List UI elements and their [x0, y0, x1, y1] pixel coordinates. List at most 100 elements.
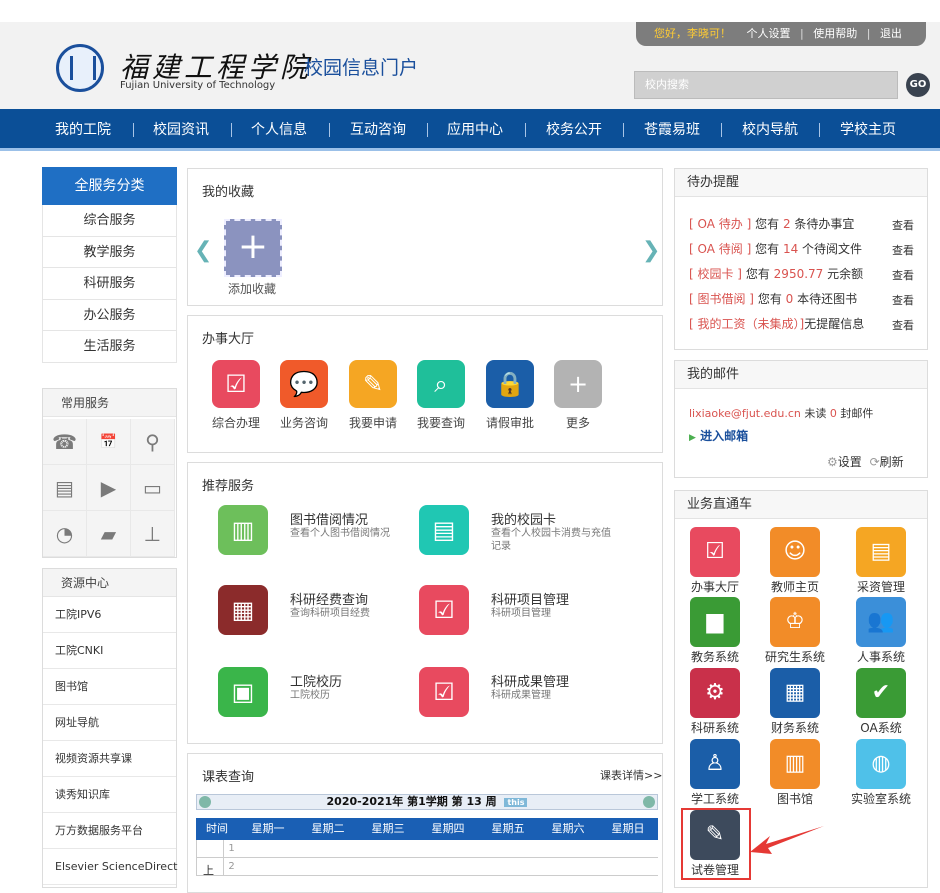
shortcut-item[interactable]: ⚙ 科研系统	[675, 668, 755, 736]
todo-item[interactable]: [ 图书借阅 ] 您有 0 本待还图书	[689, 290, 857, 307]
graduation-cap-icon[interactable]: ▰	[87, 511, 131, 557]
business-shortcut-title: 业务直通车	[675, 491, 927, 519]
category-item[interactable]: 办公服务	[42, 299, 177, 331]
shortcut-item[interactable]: ▆ 教务系统	[675, 597, 755, 665]
shortcut-item[interactable]: ☑ 办事大厅	[675, 527, 755, 595]
monitor-icon[interactable]: ▭	[131, 465, 175, 511]
todo-view-link[interactable]: 查看	[892, 317, 914, 333]
category-item[interactable]: 教学服务	[42, 236, 177, 268]
highlight-box	[681, 808, 751, 880]
shortcut-item[interactable]: ▦ 财务系统	[755, 668, 835, 736]
resource-link[interactable]: 万方数据服务平台	[43, 813, 176, 849]
recommended-item[interactable]: ☑ 科研项目管理 科研项目管理	[419, 585, 619, 639]
search-input[interactable]: 校内搜索	[634, 71, 898, 99]
resource-link[interactable]: 网址导航	[43, 705, 176, 741]
period-number: 2	[223, 858, 239, 876]
hall-item[interactable]: 💬 业务咨询	[272, 360, 336, 431]
enter-mailbox-link[interactable]: ▶ 进入邮箱	[689, 427, 748, 444]
shortcut-item[interactable]: ✔ OA系统	[841, 668, 921, 736]
search-go-button[interactable]: GO	[906, 73, 930, 97]
phone-icon[interactable]: ☎	[43, 419, 87, 465]
shortcut-item[interactable]: ▥ 图书馆	[755, 739, 835, 807]
prev-week-icon[interactable]	[199, 796, 211, 808]
location-icon[interactable]: ⚲	[131, 419, 175, 465]
satellite-icon[interactable]: ◔	[43, 511, 87, 557]
chevron-right-icon[interactable]: ❯	[642, 240, 660, 262]
todo-view-link[interactable]: 查看	[892, 217, 914, 233]
next-week-icon[interactable]	[643, 796, 655, 808]
nav-item-personal-info[interactable]: 个人信息	[251, 109, 307, 151]
todo-item[interactable]: [ OA 待办 ] 您有 2 条待办事宜	[689, 215, 854, 232]
nav-item-my-fjut[interactable]: 我的工院	[55, 109, 111, 151]
resource-link[interactable]: 图书馆	[43, 669, 176, 705]
shortcut-item[interactable]: ☺ 教师主页	[755, 527, 835, 595]
recommended-item[interactable]: ▥ 图书借阅情况 查看个人图书借阅情况	[218, 505, 418, 559]
enter-mailbox-label: 进入邮箱	[700, 429, 749, 443]
nav-item-campus-nav[interactable]: 校内导航	[742, 109, 798, 151]
resource-link[interactable]: 工院CNKI	[43, 633, 176, 669]
resource-link[interactable]: Elsevier ScienceDirect	[43, 849, 177, 885]
shortcut-item[interactable]: ◍ 实验室系统	[841, 739, 921, 807]
category-item[interactable]: 生活服务	[42, 331, 177, 363]
todo-view-link[interactable]: 查看	[892, 242, 914, 258]
shortcut-label: 采资管理	[856, 580, 905, 594]
logout-link[interactable]: 退出	[880, 27, 902, 40]
recommended-item[interactable]: ▤ 我的校园卡 查看个人校园卡消费与充值记录	[419, 505, 619, 559]
chevron-left-icon[interactable]: ❮	[194, 240, 212, 262]
schedule-details-link[interactable]: 课表详情>>	[600, 767, 662, 783]
resource-link[interactable]: 读秀知识库	[43, 777, 176, 813]
recommended-item-title: 我的校园卡	[491, 513, 557, 528]
schedule-header-cell: 时间	[206, 822, 228, 835]
org-chart-icon[interactable]: ⊥	[131, 511, 175, 557]
resource-link[interactable]: 视频资源共享课	[43, 741, 176, 777]
todo-view-link[interactable]: 查看	[892, 267, 914, 283]
recommended-title: 推荐服务	[202, 479, 255, 494]
this-week-badge[interactable]: this	[504, 798, 528, 807]
hall-item-label: 我要申请	[348, 416, 397, 430]
mail-title: 我的邮件	[675, 361, 927, 389]
personal-settings-link[interactable]: 个人设置	[747, 27, 791, 40]
hall-item[interactable]: ⌕ 我要查询	[409, 360, 473, 431]
mail-settings-link[interactable]: 设置	[838, 455, 862, 469]
report-search-icon: ▦	[218, 585, 268, 635]
todo-item[interactable]: [ OA 待阅 ] 您有 14 个待阅文件	[689, 240, 862, 257]
nav-item-app-center[interactable]: 应用中心	[447, 109, 503, 151]
nav-item-interactive[interactable]: 互动咨询	[350, 109, 406, 151]
shortcut-item[interactable]: ♙ 学工系统	[675, 739, 755, 807]
hall-item[interactable]: ☑ 综合办理	[204, 360, 268, 431]
table-row: 1	[196, 840, 658, 858]
favorites-panel: 我的收藏 ❮ ❯ + 添加收藏	[187, 168, 663, 306]
recommended-item[interactable]: ▣ 工院校历 工院校历	[218, 667, 418, 721]
portal-title: 校园信息门户	[304, 57, 419, 79]
nav-item-public-affairs[interactable]: 校务公开	[546, 109, 602, 151]
schedule-header-cell: 星期日	[611, 822, 645, 835]
play-icon[interactable]: ▶	[87, 465, 131, 511]
todo-item[interactable]: [ 我的工资（未集成）]无提醒信息	[689, 315, 864, 332]
hall-item[interactable]: 🔒 请假审批	[478, 360, 542, 431]
shortcut-item[interactable]: ▤ 采资管理	[841, 527, 921, 595]
shortcut-item[interactable]: 👥 人事系统	[841, 597, 921, 665]
category-item[interactable]: 综合服务	[42, 205, 177, 237]
resource-link[interactable]: 工院IPV6	[43, 597, 176, 633]
hall-item[interactable]: ✎ 我要申请	[341, 360, 405, 431]
favorites-title: 我的收藏	[202, 185, 255, 200]
add-favorite-button[interactable]: +	[224, 219, 282, 277]
calendar-icon[interactable]: 📅	[87, 419, 131, 465]
mail-refresh-link[interactable]: 刷新	[880, 455, 904, 469]
category-item[interactable]: 科研服务	[42, 268, 177, 300]
nav-item-yiban[interactable]: 苍霞易班	[644, 109, 700, 151]
nav-item-school-home[interactable]: 学校主页	[840, 109, 896, 151]
recommended-item[interactable]: ▦ 科研经费查询 查询科研项目经费	[218, 585, 418, 639]
add-favorite-label: 添加收藏	[228, 282, 277, 296]
todo-item[interactable]: [ 校园卡 ] 您有 2950.77 元余额	[689, 265, 863, 282]
help-link[interactable]: 使用帮助	[813, 27, 857, 40]
document-icon[interactable]: ▤	[43, 465, 87, 511]
shortcut-item[interactable]: ♔ 研究生系统	[755, 597, 835, 665]
nav-item-campus-news[interactable]: 校园资讯	[153, 109, 209, 151]
category-title[interactable]: 全服务分类	[42, 167, 177, 205]
recommended-item[interactable]: ☑ 科研成果管理 科研成果管理	[419, 667, 619, 721]
mail-address: lixiaoke@fjut.edu.cn	[689, 407, 801, 420]
hall-item[interactable]: + 更多	[546, 360, 610, 431]
checkmark-screen-icon: ☑	[419, 667, 469, 717]
todo-view-link[interactable]: 查看	[892, 292, 914, 308]
